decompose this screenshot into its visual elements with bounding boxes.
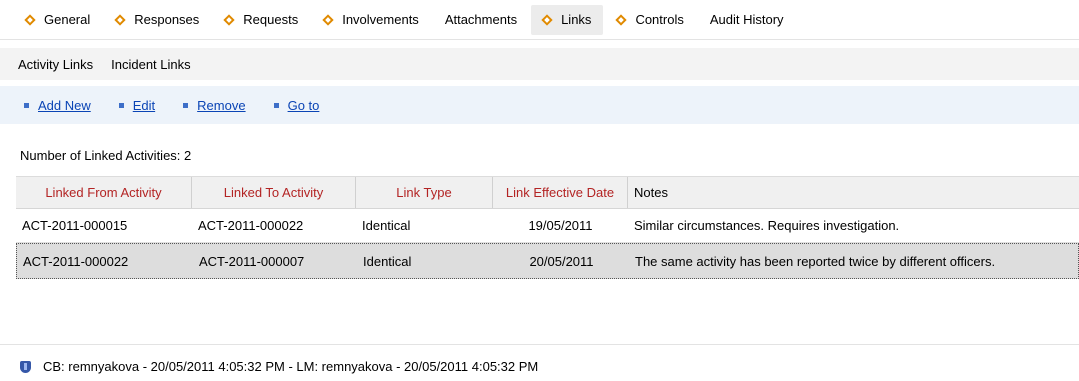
column-header-effective-date[interactable]: Link Effective Date [493, 177, 628, 208]
cell-effective-date: 19/05/2011 [528, 218, 593, 233]
tab-label: Controls [635, 12, 684, 27]
linked-activities-count: Number of Linked Activities: 2 [20, 148, 192, 163]
cell-linked-to: ACT-2011-000022 [198, 218, 304, 233]
subtab-activity-links[interactable]: Activity Links [18, 57, 93, 72]
remove-label: Remove [197, 97, 246, 113]
table-row-selected[interactable]: ACT-2011-000022 ACT-2011-000007 Identica… [16, 243, 1079, 279]
edit-button[interactable]: Edit [118, 97, 156, 113]
tab-links[interactable]: Links [531, 4, 604, 35]
tab-controls[interactable]: Controls [605, 5, 695, 35]
links-grid: Linked From Activity Linked To Activity … [16, 176, 1079, 342]
subtab-strip: Activity Links Incident Links [0, 48, 1079, 80]
column-header-link-type[interactable]: Link Type [356, 177, 493, 208]
cell-linked-to: ACT-2011-000007 [199, 253, 305, 269]
tab-label: Attachments [444, 12, 518, 27]
cell-link-type: Identical [362, 218, 411, 233]
tab-responses[interactable]: Responses [104, 5, 211, 35]
tab-attachments[interactable]: Attachments [433, 5, 529, 35]
tab-strip: General Responses Requests Involvements … [0, 0, 1079, 40]
tab-requests[interactable]: Requests [213, 5, 310, 35]
diamond-icon [615, 13, 628, 26]
table-row[interactable]: ACT-2011-000015 ACT-2011-000022 Identica… [16, 209, 1079, 243]
cell-link-type: Identical [363, 253, 412, 269]
bullet-icon [273, 102, 279, 108]
grid-header: Linked From Activity Linked To Activity … [16, 177, 1079, 209]
shield-icon [20, 360, 31, 373]
go-to-label: Go to [287, 97, 320, 113]
diamond-icon [223, 13, 235, 26]
cell-linked-from: ACT-2011-000022 [23, 253, 129, 269]
bullet-icon [24, 102, 29, 108]
remove-button[interactable]: Remove [183, 97, 246, 113]
status-bar: CB: remnyakova - 20/05/2011 4:05:32 PM -… [20, 359, 538, 374]
tab-label: Links [561, 12, 592, 27]
column-header-linked-from[interactable]: Linked From Activity [16, 177, 192, 208]
diamond-icon [322, 13, 334, 26]
subtab-incident-links[interactable]: Incident Links [111, 57, 191, 72]
divider [0, 344, 1079, 345]
toolbar: Add New Edit Remove Go to [0, 86, 1079, 124]
diamond-icon [541, 13, 553, 26]
tab-label: Responses [134, 12, 200, 27]
tab-label: General [44, 12, 91, 27]
cell-linked-from: ACT-2011-000015 [22, 218, 128, 233]
edit-label: Edit [132, 97, 156, 113]
column-header-notes[interactable]: Notes [628, 177, 1079, 208]
bullet-icon [183, 102, 189, 108]
tab-label: Requests [243, 12, 299, 27]
tab-label: Involvements [342, 12, 419, 27]
tab-audit-history[interactable]: Audit History [698, 5, 796, 35]
cell-notes: Similar circumstances. Requires investig… [634, 218, 900, 233]
tab-label: Audit History [709, 12, 784, 27]
tab-general[interactable]: General [14, 5, 102, 35]
add-new-button[interactable]: Add New [24, 98, 91, 113]
go-to-button[interactable]: Go to [273, 97, 320, 113]
add-new-label: Add New [38, 97, 91, 113]
column-header-linked-to[interactable]: Linked To Activity [192, 177, 356, 208]
cell-notes: The same activity has been reported twic… [635, 253, 996, 269]
diamond-icon [24, 13, 36, 26]
tab-involvements[interactable]: Involvements [312, 5, 431, 35]
cell-effective-date: 20/05/2011 [529, 253, 594, 269]
audit-status-text: CB: remnyakova - 20/05/2011 4:05:32 PM -… [43, 359, 539, 374]
bullet-icon [118, 102, 124, 108]
diamond-icon [114, 13, 126, 26]
